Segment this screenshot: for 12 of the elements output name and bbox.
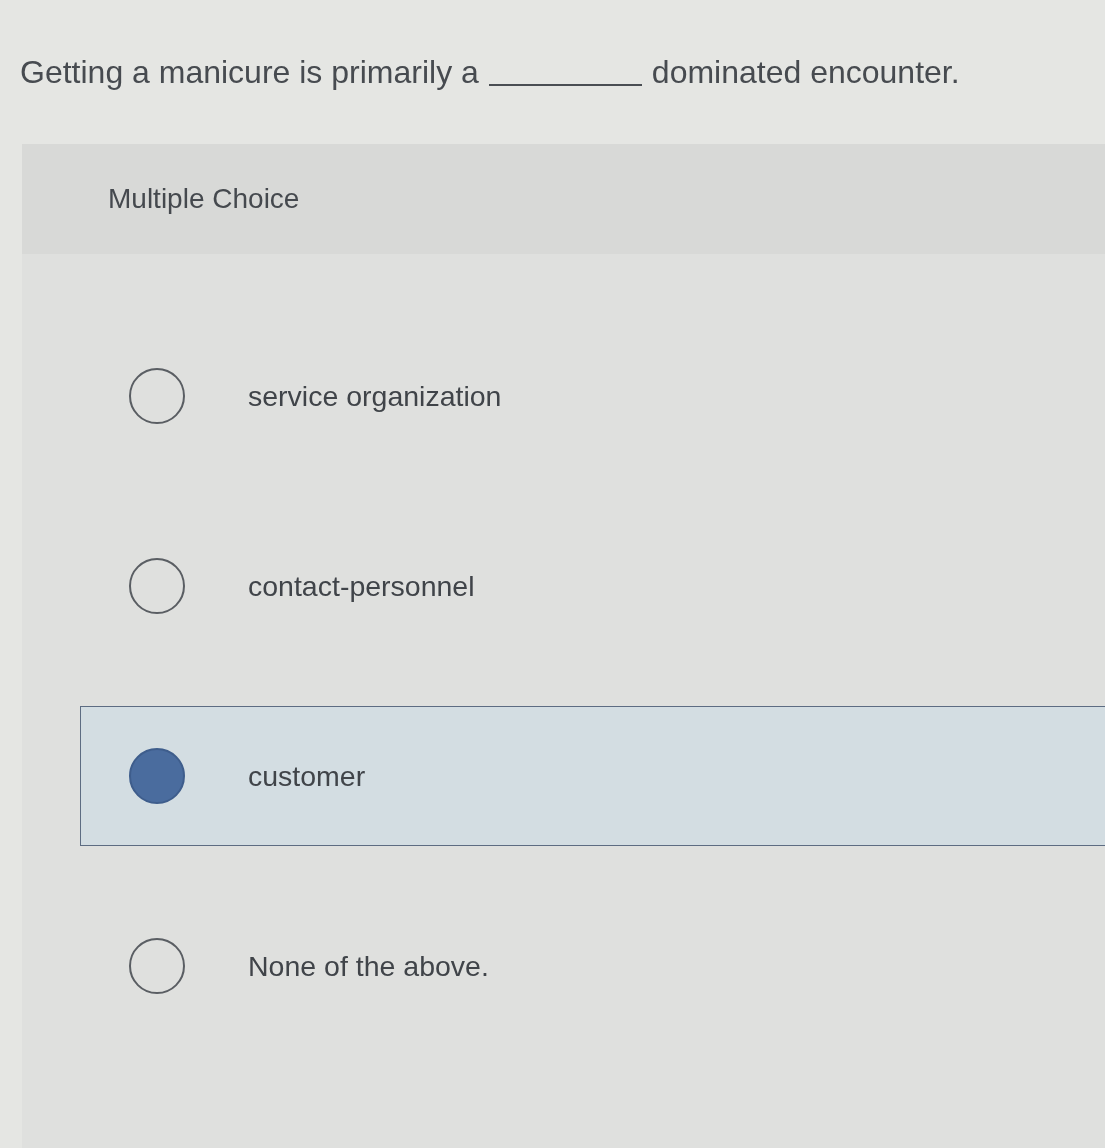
- option-label: customer: [248, 759, 366, 793]
- option-label: None of the above.: [248, 949, 489, 983]
- option-label: service organization: [248, 379, 502, 413]
- option-label: contact-personnel: [248, 569, 475, 603]
- radio-button[interactable]: [129, 558, 185, 614]
- selected-answer-box[interactable]: customer: [80, 706, 1105, 846]
- question-type-label: Multiple Choice: [108, 183, 300, 215]
- radio-button[interactable]: [129, 748, 185, 804]
- radio-button[interactable]: [129, 938, 185, 994]
- question-text: dominated encounter.: [651, 54, 960, 91]
- question-text: Getting a manicure is primarily a: [20, 54, 479, 91]
- radio-button[interactable]: [129, 368, 185, 424]
